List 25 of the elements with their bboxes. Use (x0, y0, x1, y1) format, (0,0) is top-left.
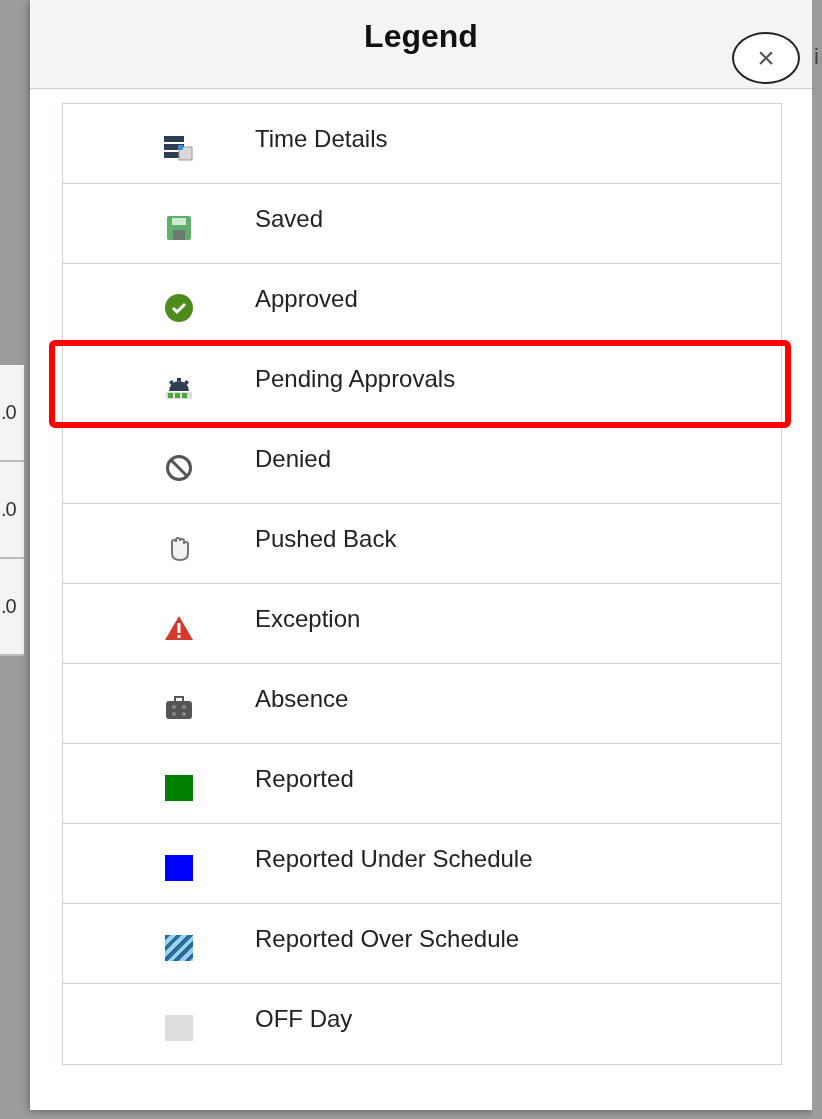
dialog-title: Legend (364, 17, 478, 55)
legend-label: Reported Under Schedule (255, 844, 533, 873)
background-text: i (814, 44, 819, 70)
legend-label: Exception (255, 604, 361, 633)
hand-icon (168, 534, 190, 561)
background-value: .0 (1, 595, 16, 618)
legend-label: Reported Over Schedule (255, 924, 520, 953)
legend-label: Reported (255, 764, 354, 793)
legend-label: Approved (255, 284, 358, 313)
striped-swatch (165, 934, 193, 961)
legend-label: Saved (255, 204, 324, 233)
legend-label: Pending Approvals (255, 364, 456, 393)
background-value: .0 (1, 498, 16, 521)
legend-label: Time Details (255, 124, 388, 153)
server-icon (164, 134, 194, 161)
prohibited-icon (165, 453, 193, 482)
close-button[interactable]: × (732, 32, 800, 84)
legend-label: Pushed Back (255, 524, 397, 553)
suitcase-icon (165, 694, 193, 721)
background-value: .0 (1, 401, 16, 424)
check-circle-icon (165, 293, 193, 322)
legend-label: OFF Day (255, 1005, 353, 1033)
legend-label: Absence (255, 684, 349, 713)
legend-label: Denied (255, 444, 332, 473)
warning-icon (164, 614, 194, 641)
